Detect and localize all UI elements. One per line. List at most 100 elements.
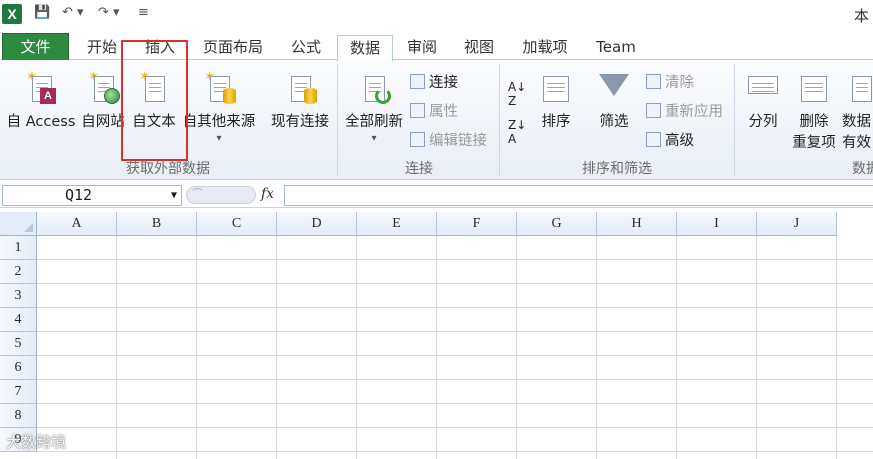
data-validation-icon: [850, 70, 873, 104]
row-header-5[interactable]: 5: [0, 332, 37, 356]
existing-connections-button[interactable]: 现有连接: [266, 70, 334, 131]
watermark-text: 大数跨境: [6, 433, 67, 451]
column-header-d[interactable]: D: [277, 212, 357, 236]
select-all-corner[interactable]: [0, 212, 37, 236]
formula-input[interactable]: [284, 185, 873, 206]
connections-label: 连接: [429, 75, 458, 91]
column-header-e[interactable]: E: [357, 212, 437, 236]
validation-line1: 数据: [842, 114, 871, 130]
group-label-get-external: 获取外部数据: [126, 161, 210, 177]
advanced-button[interactable]: 高级: [646, 129, 694, 150]
sort-dialog-icon: [541, 70, 571, 104]
remove-duplicates-icon: [799, 70, 829, 104]
existing-connections-icon: [285, 70, 317, 104]
formula-collapse-handle[interactable]: ⁀: [186, 186, 256, 204]
worksheet-grid: ABCDEFGHIJ 123456789: [0, 212, 873, 459]
remove-dup-line1: 删除: [799, 114, 829, 130]
formula-controls: ⁀ fx: [183, 185, 283, 206]
column-header-g[interactable]: G: [517, 212, 597, 236]
column-header-a[interactable]: A: [37, 212, 117, 236]
properties-icon: [410, 103, 425, 118]
remove-dup-line2: 重复项: [792, 135, 836, 151]
text-to-columns-button[interactable]: 分列: [742, 70, 784, 131]
column-header-j[interactable]: J: [757, 212, 837, 236]
row-header-2[interactable]: 2: [0, 260, 37, 284]
refresh-icon: [359, 70, 391, 104]
chevron-down-icon: ▾: [216, 133, 222, 144]
formula-bar: Q12 ▼ ⁀ fx: [0, 183, 873, 208]
sort-ascending-icon[interactable]: A↓ Z: [508, 80, 526, 108]
row-header-1[interactable]: 1: [0, 236, 37, 260]
tab-team[interactable]: Team: [588, 35, 644, 61]
filter-funnel-icon: [599, 74, 629, 96]
sort-descending-icon[interactable]: Z↓ A: [508, 118, 526, 146]
advanced-filter-icon: [646, 132, 661, 147]
edit-links-button[interactable]: 编辑链接: [410, 129, 487, 150]
tab-file[interactable]: 文件: [2, 33, 69, 61]
from-text-highlight-box: [121, 40, 188, 161]
sort-label: 排序: [541, 114, 571, 130]
clear-filter-icon: [646, 74, 661, 89]
tab-view[interactable]: 视图: [456, 35, 502, 61]
access-icon: ✶A: [26, 70, 56, 104]
filter-button[interactable]: 筛选: [594, 70, 634, 131]
from-access-button[interactable]: ✶A 自 Access: [4, 70, 78, 131]
column-header-i[interactable]: I: [677, 212, 757, 236]
row-header-4[interactable]: 4: [0, 308, 37, 332]
excel-logo-icon: X: [2, 4, 22, 24]
filter-label: 筛选: [599, 114, 629, 130]
redo-icon[interactable]: ↷ ▾: [98, 5, 120, 20]
clear-button[interactable]: 清除: [646, 71, 694, 92]
remove-duplicates-button[interactable]: 删除 重复项: [790, 70, 838, 152]
edit-links-label: 编辑链接: [429, 133, 487, 149]
tab-home[interactable]: 开始: [80, 35, 124, 61]
save-icon[interactable]: 💾: [34, 5, 50, 20]
clear-label: 清除: [665, 75, 694, 91]
row-header-8[interactable]: 8: [0, 404, 37, 428]
validation-line2: 有效: [842, 135, 871, 151]
row-header-7[interactable]: 7: [0, 380, 37, 404]
column-header-b[interactable]: B: [117, 212, 197, 236]
text-to-columns-icon: [748, 70, 778, 104]
undo-icon[interactable]: ↶ ▾: [62, 5, 84, 20]
row-header-3[interactable]: 3: [0, 284, 37, 308]
other-sources-icon: ✶: [204, 70, 236, 104]
reapply-label: 重新应用: [665, 104, 723, 120]
group-label-data-tools: 数据: [852, 161, 873, 177]
existing-connections-label: 现有连接: [271, 114, 329, 130]
sort-button[interactable]: 排序: [536, 70, 576, 131]
column-header-h[interactable]: H: [597, 212, 677, 236]
advanced-label: 高级: [665, 133, 694, 149]
refresh-all-label: 全部刷新: [345, 114, 403, 130]
tab-formulas[interactable]: 公式: [282, 35, 330, 61]
reapply-button[interactable]: 重新应用: [646, 100, 723, 121]
customize-qat-icon[interactable]: ≡: [138, 5, 149, 20]
text-to-columns-label: 分列: [748, 114, 778, 130]
group-separator: [734, 64, 735, 176]
column-header-c[interactable]: C: [197, 212, 277, 236]
tab-addins[interactable]: 加载项: [514, 35, 576, 61]
properties-label: 属性: [429, 104, 458, 120]
group-label-sort-filter: 排序和筛选: [582, 161, 652, 177]
name-box-value: Q12: [65, 186, 93, 204]
tab-data[interactable]: 数据: [337, 35, 393, 62]
tab-page-layout[interactable]: 页面布局: [195, 35, 271, 61]
tab-review[interactable]: 审阅: [399, 35, 445, 61]
name-box[interactable]: Q12 ▼: [2, 185, 182, 206]
data-validation-button[interactable]: 数据 有效: [842, 70, 873, 152]
chevron-down-icon[interactable]: ▼: [171, 186, 177, 205]
cell-area[interactable]: [37, 236, 873, 459]
properties-button[interactable]: 属性: [410, 100, 458, 121]
from-other-label: 自其他来源: [182, 114, 256, 130]
row-header-6[interactable]: 6: [0, 356, 37, 380]
refresh-all-button[interactable]: 全部刷新 ▾: [342, 70, 406, 144]
connections-button[interactable]: 连接: [410, 71, 458, 92]
column-header-f[interactable]: F: [437, 212, 517, 236]
window-title: 本: [853, 7, 869, 25]
from-access-label: 自 Access: [6, 114, 76, 130]
connections-icon: [410, 74, 425, 89]
from-other-sources-button[interactable]: ✶ 自其他来源 ▾: [180, 70, 258, 144]
insert-function-icon[interactable]: fx: [261, 186, 274, 202]
reapply-icon: [646, 103, 661, 118]
group-separator: [499, 64, 500, 176]
